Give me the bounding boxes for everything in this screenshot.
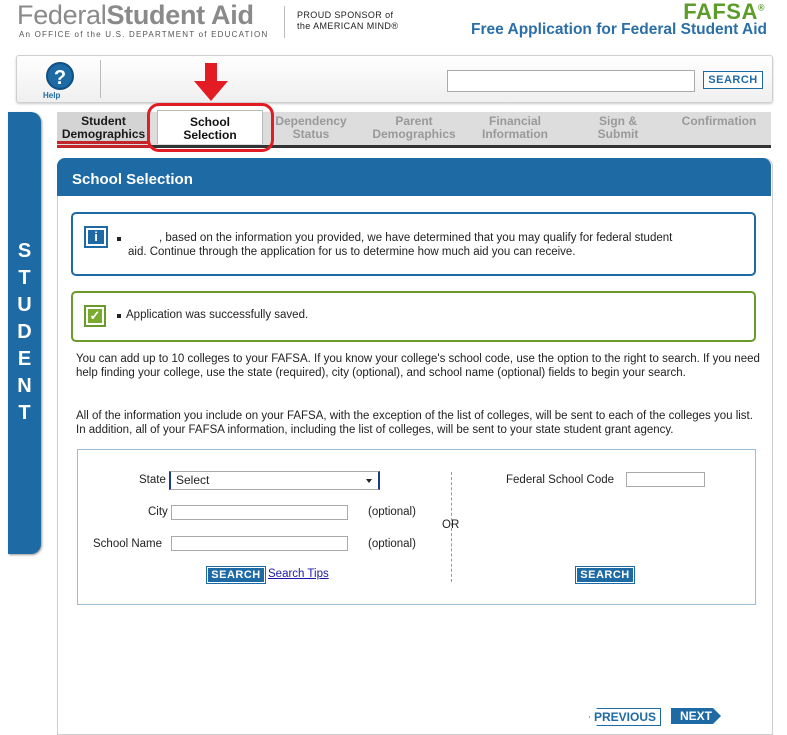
tab-student-demographics[interactable]: Student Demographics	[57, 112, 150, 144]
federal-school-code-label: Federal School Code	[506, 474, 615, 486]
info-icon: i	[84, 226, 108, 248]
tabs-progress-marker	[57, 145, 150, 148]
logo-subtitle: An OFFICE of the U.S. DEPARTMENT of EDUC…	[19, 30, 269, 39]
sponsor-line-1: PROUD SPONSOR of	[297, 10, 394, 20]
search-by-state-button[interactable]: SEARCH	[206, 566, 266, 584]
search-divider	[451, 472, 452, 582]
fafsa-subtitle: Free Application for Federal Student Aid	[471, 21, 767, 38]
success-text: Application was successfully saved.	[126, 309, 309, 321]
checkmark-icon: ✓	[84, 305, 106, 327]
info-text-line2: aid. Continue through the application fo…	[128, 246, 576, 258]
info-message: i , based on the information you provide…	[71, 212, 756, 276]
bullet	[117, 314, 121, 318]
school-name-input[interactable]	[171, 536, 348, 551]
tab-dependency-status: Dependency Status	[269, 112, 353, 144]
tab-label-line2: Submit	[597, 127, 639, 141]
city-label: City	[148, 506, 168, 518]
tab-parent-demographics: Parent Demographics	[367, 112, 461, 144]
sponsor-line-2: the AMERICAN MIND®	[297, 21, 399, 31]
site-header: FederalStudent Aid An OFFICE of the U.S.…	[0, 0, 787, 48]
school-name-optional-hint: (optional)	[368, 538, 416, 550]
page-title: School Selection	[72, 171, 193, 188]
logo-federal: Federal	[17, 0, 107, 30]
tab-confirmation: Confirmation	[673, 112, 765, 144]
federal-student-aid-logo[interactable]: FederalStudent Aid	[17, 0, 254, 31]
tab-sign-submit: Sign & Submit	[578, 112, 658, 144]
info-text-line1: , based on the information you provided,…	[159, 232, 673, 244]
chevron-down-icon	[366, 479, 372, 483]
city-input[interactable]	[171, 505, 348, 520]
panel-header: School Selection	[57, 158, 771, 196]
success-message: ✓ Application was successfully saved.	[71, 291, 756, 342]
city-optional-hint: (optional)	[368, 506, 416, 518]
logo-student-aid: Student Aid	[106, 0, 254, 30]
privacy-paragraph: All of the information you include on yo…	[76, 410, 753, 436]
header-divider	[284, 6, 285, 38]
side-letter: T	[18, 402, 31, 424]
tab-label-line2: Demographics	[372, 127, 456, 141]
state-select[interactable]: Select	[169, 471, 380, 490]
site-search-input[interactable]	[447, 70, 695, 92]
side-letter: N	[17, 375, 32, 397]
site-search-button[interactable]: SEARCH	[703, 71, 763, 89]
help-icon: ?	[46, 62, 74, 90]
toolbar: ? Help SEARCH	[16, 55, 773, 103]
search-tips-link[interactable]: Search Tips	[268, 568, 329, 580]
state-label: State	[139, 474, 166, 486]
highlight-outline	[147, 103, 274, 152]
help-button[interactable]: ? Help	[43, 62, 77, 100]
side-letter: D	[17, 321, 32, 343]
side-letter: T	[18, 267, 31, 289]
side-letter: S	[17, 240, 32, 262]
fafsa-registered-mark: ®	[757, 2, 765, 13]
red-down-arrow-icon	[194, 63, 228, 101]
bullet	[117, 237, 121, 241]
tab-label-line1: Confirmation	[681, 114, 757, 128]
federal-school-code-input[interactable]	[626, 472, 705, 487]
next-button[interactable]: NEXT	[671, 708, 721, 724]
intro-paragraph: You can add up to 10 colleges to your FA…	[76, 353, 760, 379]
school-name-label: School Name	[93, 538, 163, 550]
tab-financial-information: Financial Information	[473, 112, 557, 144]
help-label: Help	[43, 91, 61, 100]
search-by-code-button[interactable]: SEARCH	[575, 566, 635, 584]
state-select-value: Select	[176, 473, 210, 487]
tab-label-line2: Status	[292, 127, 330, 141]
tab-label-line2: Demographics	[61, 127, 146, 141]
side-letter: U	[17, 294, 32, 316]
student-section-bar: S T U D E N T	[8, 112, 41, 554]
tab-label-line2: Information	[482, 127, 548, 141]
previous-button[interactable]: PREVIOUS	[589, 708, 661, 726]
side-letter: E	[17, 348, 32, 370]
toolbar-divider	[100, 60, 101, 98]
